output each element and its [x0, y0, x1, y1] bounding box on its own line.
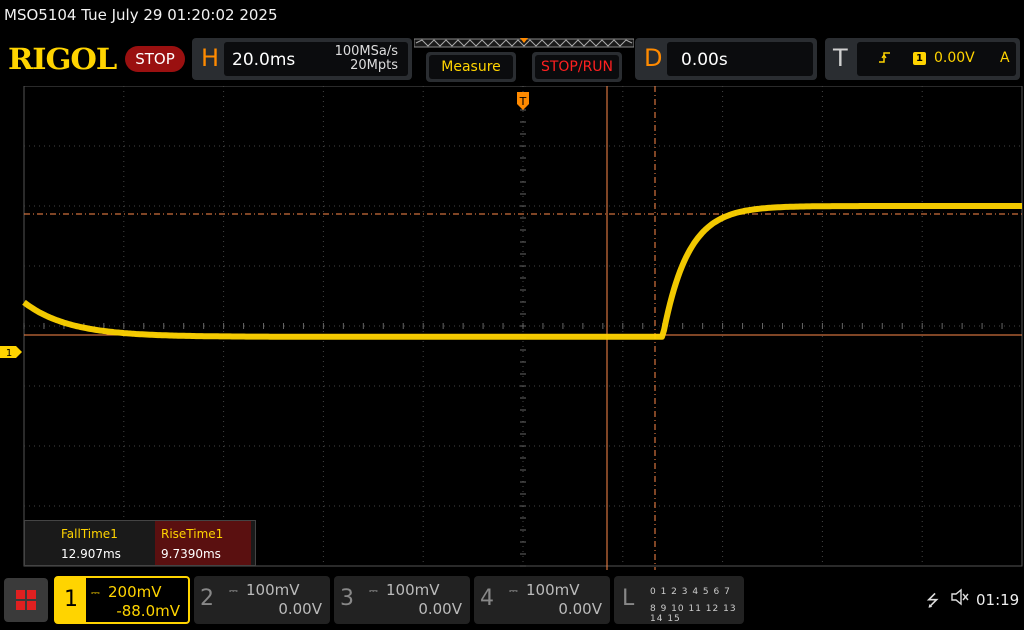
- memory-depth: 20Mpts: [350, 58, 398, 73]
- dc-coupling-icon: ⎓: [229, 584, 238, 597]
- bottom-bar: 1 ⎓ 200mV -88.0mV 2 ⎓ 100mV 0.00V 3 ⎓ 10…: [0, 572, 1024, 630]
- delay-panel[interactable]: D 0.00s: [635, 38, 817, 80]
- measurement-name: RiseTime1: [161, 527, 224, 541]
- measurement-fall-time: FallTime1 12.907ms: [55, 521, 151, 565]
- channel-number: 2: [200, 586, 214, 611]
- logic-analyzer-panel[interactable]: L 0 1 2 3 4 5 6 7 8 9 10 11 12 13 14 15: [614, 576, 744, 624]
- menu-grid-icon: [27, 590, 36, 599]
- delay-readout: 0.00s: [667, 42, 813, 76]
- channel-2-panel[interactable]: 2 ⎓ 100mV 0.00V: [194, 576, 330, 624]
- instrument-title: MSO5104 Tue July 29 01:20:02 2025: [4, 6, 278, 24]
- waveform-display[interactable]: T1: [0, 86, 1024, 570]
- trigger-level: 0.00V: [934, 50, 975, 66]
- dc-coupling-icon: ⎓: [369, 584, 378, 597]
- horizontal-letter: H: [201, 44, 220, 72]
- channel-3-panel[interactable]: 3 ⎓ 100mV 0.00V: [334, 576, 470, 624]
- menu-grid-icon: [16, 601, 25, 610]
- measure-button[interactable]: Measure: [426, 52, 516, 82]
- memory-position-strip[interactable]: [414, 38, 634, 48]
- channel-number: 1: [56, 578, 86, 622]
- logic-channels-row-2: 8 9 10 11 12 13 14 15: [650, 604, 737, 624]
- rising-edge-icon: [879, 52, 890, 63]
- channel-1-ground-marker: 1: [0, 346, 22, 359]
- stop-run-button[interactable]: STOP/RUN: [532, 52, 622, 82]
- measurement-value: 12.907ms: [61, 547, 121, 561]
- measurement-name: FallTime1: [61, 527, 118, 541]
- channel-offset: 0.00V: [418, 600, 462, 618]
- channel-offset: 0.00V: [558, 600, 602, 618]
- channel-number: 4: [480, 586, 494, 611]
- channel-offset: 0.00V: [278, 600, 322, 618]
- graticule: T1: [0, 86, 1023, 570]
- logic-letter: L: [622, 586, 635, 611]
- timebase-value: 20.0ms: [232, 50, 296, 70]
- measurement-results[interactable]: FallTime1 12.907ms RiseTime1 9.7390ms: [24, 520, 256, 566]
- delay-value: 0.00s: [681, 50, 728, 70]
- dc-coupling-icon: ⎓: [509, 584, 518, 597]
- channel-scale: 100mV: [386, 581, 440, 599]
- channel-scale: 100mV: [246, 581, 300, 599]
- usb-icon: ⭍: [926, 591, 940, 610]
- svg-text:T: T: [519, 95, 527, 108]
- title-bar: MSO5104 Tue July 29 01:20:02 2025: [0, 0, 1024, 32]
- channel-scale: 100mV: [526, 581, 580, 599]
- measure-button-label: Measure: [429, 55, 513, 79]
- trigger-letter: T: [833, 44, 848, 72]
- measurement-rise-time: RiseTime1 9.7390ms: [155, 521, 251, 565]
- channel-number: 3: [340, 586, 354, 611]
- menu-grid-icon: [16, 590, 25, 599]
- main-menu-button[interactable]: [4, 578, 48, 622]
- run-status-badge: STOP: [125, 46, 185, 72]
- rigol-logo: RIGOL: [8, 42, 117, 76]
- channel-1-panel[interactable]: 1 ⎓ 200mV -88.0mV: [54, 576, 190, 624]
- stop-run-button-label: STOP/RUN: [535, 55, 619, 79]
- horizontal-panel[interactable]: H 20.0ms 100MSa/s 20Mpts: [192, 38, 412, 80]
- speaker-muted-icon[interactable]: [950, 588, 970, 606]
- trigger-mode: A: [1000, 50, 1010, 66]
- horizontal-readout: 20.0ms 100MSa/s 20Mpts: [224, 42, 408, 76]
- measurement-value: 9.7390ms: [161, 547, 221, 561]
- svg-text:1: 1: [6, 348, 12, 359]
- channel-scale: 200mV: [108, 583, 162, 601]
- delay-letter: D: [644, 44, 663, 72]
- menu-grid-icon: [27, 601, 36, 610]
- clock: 01:19: [976, 591, 1020, 609]
- trigger-readout: 1 0.00V A: [857, 42, 1016, 76]
- channel-4-panel[interactable]: 4 ⎓ 100mV 0.00V: [474, 576, 610, 624]
- trigger-source: 1: [913, 52, 926, 65]
- dc-coupling-icon: ⎓: [91, 586, 100, 599]
- logic-channels-row-1: 0 1 2 3 4 5 6 7: [650, 587, 731, 597]
- channel-offset: -88.0mV: [116, 602, 180, 620]
- sample-rate: 100MSa/s: [334, 44, 398, 59]
- trigger-position-marker: T: [517, 92, 529, 110]
- trigger-panel[interactable]: T 1 0.00V A: [825, 38, 1020, 80]
